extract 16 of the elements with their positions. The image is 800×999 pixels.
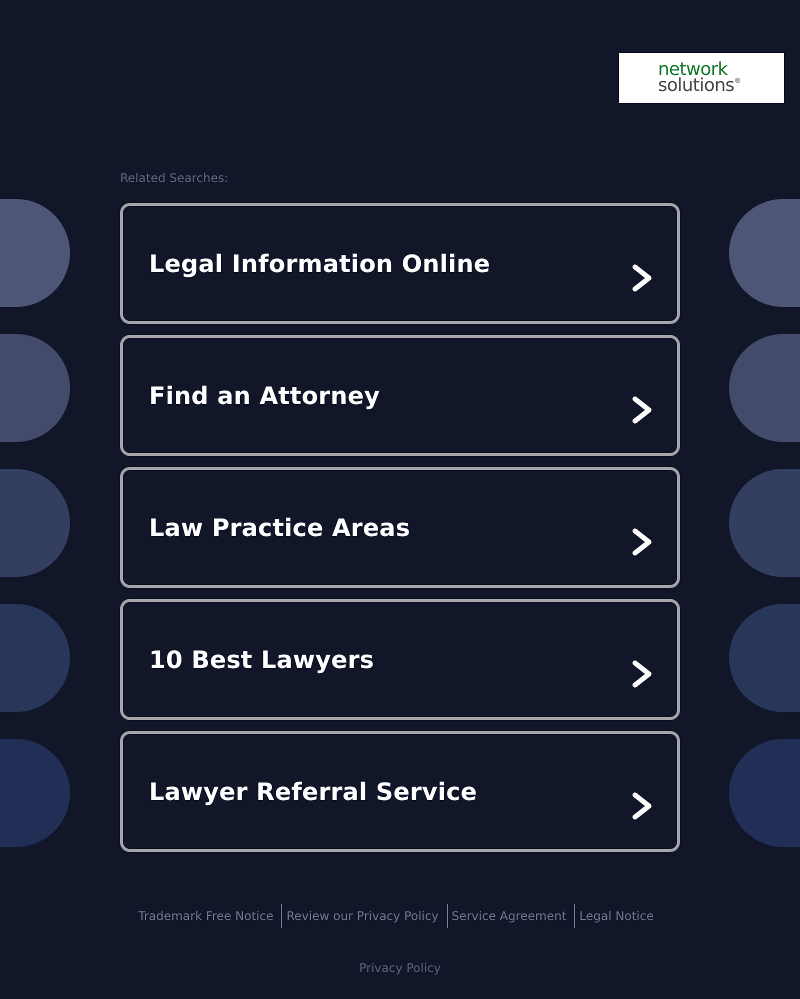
related-search-link[interactable]: Legal Information Online — [120, 203, 680, 324]
related-searches-heading: Related Searches: — [120, 171, 230, 186]
footer-link[interactable]: Trademark Free Notice — [134, 908, 278, 924]
logo: network solutions$^{®}$ — [619, 53, 784, 103]
related-search-link[interactable]: Lawyer Referral Service — [120, 731, 680, 852]
chevron-right-icon — [632, 792, 652, 820]
related-search-link[interactable]: Law Practice Areas — [120, 467, 680, 588]
footer-link[interactable]: Service Agreement — [448, 908, 570, 924]
chevron-right-icon — [632, 528, 652, 556]
chevron-right-icon — [632, 264, 652, 292]
chevron-right-icon — [632, 396, 652, 424]
related-search-link[interactable]: Find an Attorney — [120, 335, 680, 456]
footer-link[interactable]: Legal Notice — [575, 908, 658, 924]
chevron-right-icon — [632, 660, 652, 688]
related-search-link[interactable]: 10 Best Lawyers — [120, 599, 680, 720]
footer-link[interactable]: Review our Privacy Policy — [282, 908, 443, 924]
